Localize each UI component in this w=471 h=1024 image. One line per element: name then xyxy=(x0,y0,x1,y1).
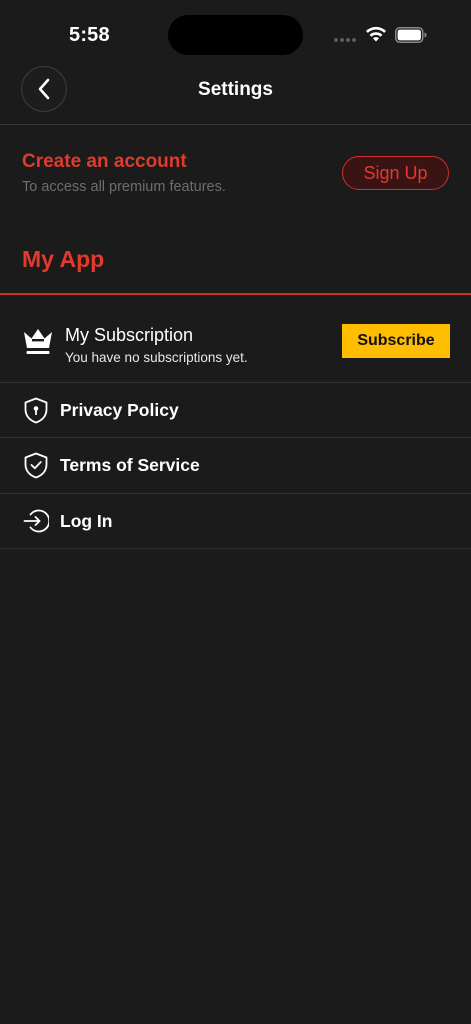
login-icon xyxy=(23,508,49,534)
subscription-description: You have no subscriptions yet. xyxy=(65,350,248,365)
crown-icon xyxy=(23,326,53,356)
subscription-title: My Subscription xyxy=(65,325,194,345)
create-account-subtitle: To access all premium features. xyxy=(22,179,226,195)
battery-icon xyxy=(395,27,427,43)
dynamic-island xyxy=(168,15,303,55)
subscription-row[interactable]: My Subscription You have no subscription… xyxy=(0,295,471,383)
log-in-label: Log In xyxy=(60,511,113,531)
subscribe-button[interactable]: Subscribe xyxy=(342,324,450,358)
nav-header: Settings xyxy=(0,60,471,125)
page-title: Settings xyxy=(198,79,273,100)
cellular-signal-icon xyxy=(334,38,356,42)
create-account-title: Create an account xyxy=(22,151,187,172)
settings-screen: 5:58 Settings Create an account To acces… xyxy=(0,0,471,1024)
status-time: 5:58 xyxy=(69,24,110,46)
privacy-policy-label: Privacy Policy xyxy=(60,400,179,420)
shield-keyhole-icon xyxy=(23,397,49,424)
status-bar: 5:58 xyxy=(0,0,471,60)
wifi-icon xyxy=(366,26,386,42)
sign-up-button[interactable]: Sign Up xyxy=(342,156,449,190)
section-title-my-app: My App xyxy=(22,246,105,272)
menu-item-privacy-policy[interactable]: Privacy Policy xyxy=(0,383,471,438)
shield-check-icon xyxy=(23,452,49,479)
menu-item-log-in[interactable]: Log In xyxy=(0,494,471,549)
menu-item-terms-of-service[interactable]: Terms of Service xyxy=(0,438,471,494)
terms-of-service-label: Terms of Service xyxy=(60,455,200,475)
create-account-banner: Create an account To access all premium … xyxy=(0,125,471,225)
